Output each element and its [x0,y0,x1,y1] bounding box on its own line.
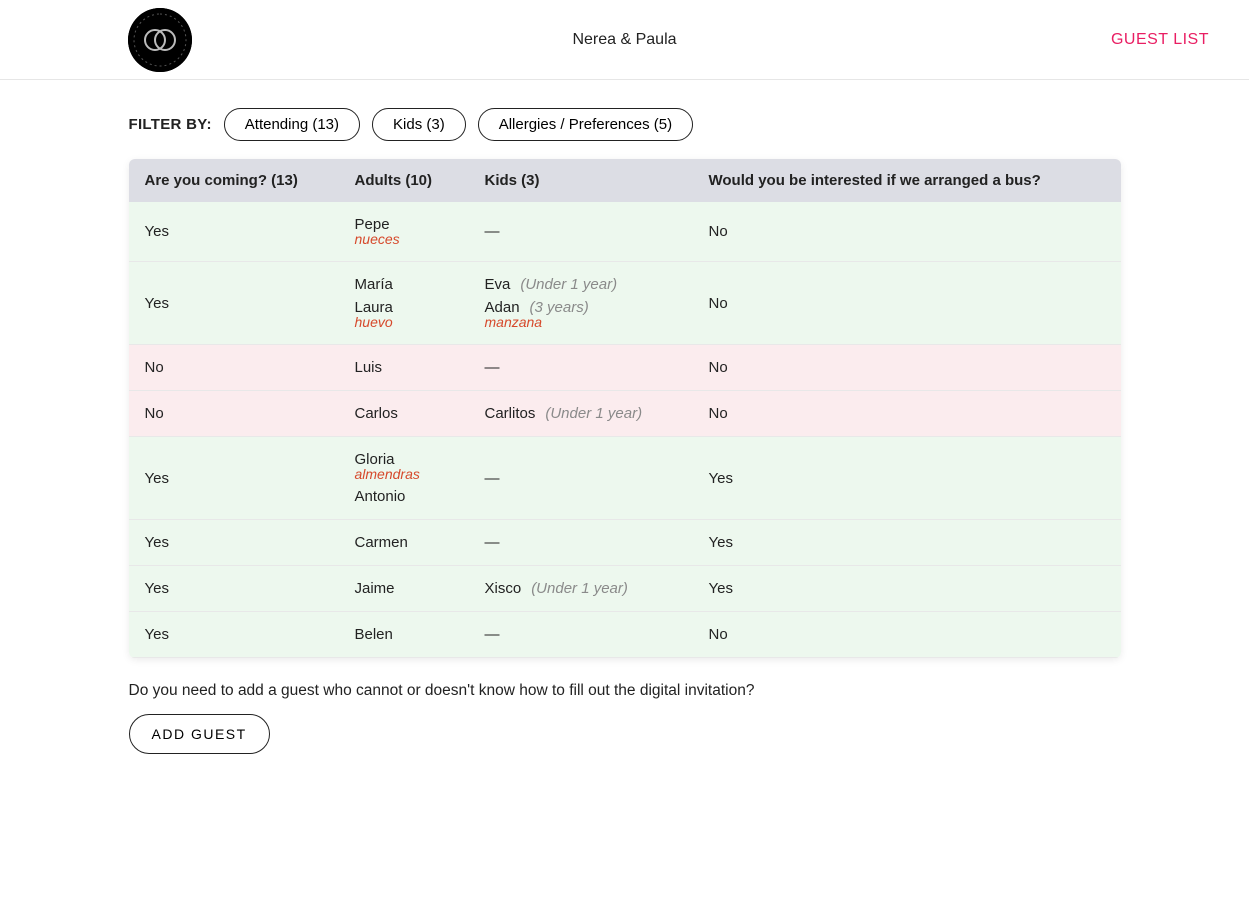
col-header-coming: Are you coming? (13) [145,172,355,189]
filter-chip-kids[interactable]: Kids (3) [372,108,466,141]
cell-adults: Carmen [355,534,485,551]
bus-value: No [709,359,1105,376]
kids-empty-dash: — [485,223,709,240]
coming-value: No [145,359,355,376]
coming-value: Yes [145,534,355,551]
table-row[interactable]: YesBelen —No [129,612,1121,658]
cell-coming: No [145,405,355,422]
kid-age: (Under 1 year) [520,276,617,293]
guest-list-link[interactable]: GUEST LIST [1111,31,1209,49]
col-header-bus: Would you be interested if we arranged a… [709,172,1105,189]
cell-coming: Yes [145,470,355,487]
coming-value: Yes [145,626,355,643]
kids-empty-dash: — [485,470,709,487]
adult-name: Luis [355,359,383,376]
cell-kids: Eva(Under 1 year)Adan(3 years)manzana [485,276,709,330]
filter-by-label: FILTER BY: [129,116,212,133]
cell-coming: Yes [145,626,355,643]
site-logo[interactable] [128,8,192,72]
bus-value: Yes [709,470,1105,487]
filter-row: FILTER BY: Attending (13) Kids (3) Aller… [129,108,1121,141]
adult-name: Carmen [355,534,408,551]
cell-bus: Yes [709,470,1105,487]
kid-age: (Under 1 year) [545,405,642,422]
cell-adults: Jaime [355,580,485,597]
table-row[interactable]: NoCarlosCarlitos(Under 1 year)No [129,391,1121,437]
filter-chip-allergies[interactable]: Allergies / Preferences (5) [478,108,693,141]
cell-adults: Luis [355,359,485,376]
adult-allergy: nueces [355,231,485,247]
kids-empty-dash: — [485,359,709,376]
adult-allergy: almendras [355,466,485,482]
cell-coming: No [145,359,355,376]
cell-kids: — [485,626,709,643]
bus-value: No [709,223,1105,240]
kid-age: (Under 1 year) [531,580,628,597]
adult-name: Antonio [355,488,406,505]
table-row[interactable]: YesMaríaLaurahuevoEva(Under 1 year)Adan(… [129,262,1121,345]
cell-bus: Yes [709,580,1105,597]
table-row[interactable]: YesJaimeXisco(Under 1 year)Yes [129,566,1121,612]
col-header-kids: Kids (3) [485,172,709,189]
cell-adults: Carlos [355,405,485,422]
cell-kids: — [485,534,709,551]
kids-empty-dash: — [485,534,709,551]
kid-name: Carlitos [485,405,536,422]
cell-bus: Yes [709,534,1105,551]
filter-chip-attending[interactable]: Attending (13) [224,108,360,141]
adult-name: Belen [355,626,393,643]
cell-kids: Xisco (Under 1 year) [485,580,709,597]
cell-coming: Yes [145,580,355,597]
table-row[interactable]: YesGloriaalmendrasAntonio—Yes [129,437,1121,520]
bus-value: No [709,405,1105,422]
cell-kids: — [485,359,709,376]
guest-table-scroll[interactable]: Are you coming? (13) Adults (10) Kids (3… [129,159,1121,658]
cell-coming: Yes [145,534,355,551]
table-header-row: Are you coming? (13) Adults (10) Kids (3… [129,159,1121,202]
adult-name: Jaime [355,580,395,597]
cell-bus: No [709,223,1105,240]
bus-value: Yes [709,534,1105,551]
coming-value: No [145,405,355,422]
col-header-adults: Adults (10) [355,172,485,189]
cell-adults: Pepenueces [355,216,485,247]
coming-value: Yes [145,580,355,597]
cell-adults: MaríaLaurahuevo [355,276,485,330]
cell-coming: Yes [145,295,355,312]
adult-name: María [355,276,393,293]
guest-table: Are you coming? (13) Adults (10) Kids (3… [129,159,1121,658]
table-row[interactable]: YesCarmen—Yes [129,520,1121,566]
adult-allergy: huevo [355,314,485,330]
bus-value: No [709,626,1105,643]
cell-kids: Carlitos (Under 1 year) [485,405,709,422]
kid-allergy: manzana [485,314,709,330]
main-content: FILTER BY: Attending (13) Kids (3) Aller… [129,80,1121,794]
bus-value: Yes [709,580,1105,597]
adult-name: Carlos [355,405,398,422]
add-guest-prompt: Do you need to add a guest who cannot or… [129,682,1121,700]
cell-kids: — [485,470,709,487]
kids-empty-dash: — [485,626,709,643]
cell-adults: GloriaalmendrasAntonio [355,451,485,505]
add-guest-button[interactable]: ADD GUEST [129,714,270,754]
cell-bus: No [709,405,1105,422]
cell-coming: Yes [145,223,355,240]
app-header: Nerea & Paula GUEST LIST [0,0,1249,80]
coming-value: Yes [145,295,355,312]
cell-adults: Belen [355,626,485,643]
cell-bus: No [709,359,1105,376]
cell-kids: — [485,223,709,240]
kid-name: Xisco [485,580,522,597]
table-row[interactable]: YesPepenueces—No [129,202,1121,262]
cell-bus: No [709,626,1105,643]
table-row[interactable]: NoLuis—No [129,345,1121,391]
coming-value: Yes [145,223,355,240]
coming-value: Yes [145,470,355,487]
bus-value: No [709,295,1105,312]
cell-bus: No [709,295,1105,312]
rings-logo-icon [128,8,192,72]
kid-name: Eva [485,276,511,293]
